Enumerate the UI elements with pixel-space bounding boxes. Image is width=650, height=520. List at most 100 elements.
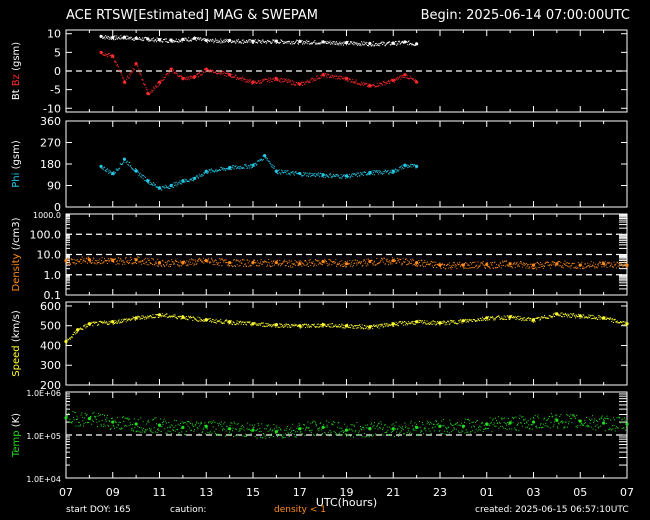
data-dot — [294, 323, 296, 325]
data-dot — [257, 260, 259, 262]
data-dot — [380, 325, 382, 327]
data-dot — [143, 430, 145, 432]
data-dot — [109, 170, 111, 172]
data-dot — [293, 174, 295, 176]
data-dot — [200, 319, 202, 321]
data-dot — [223, 71, 225, 73]
data-dot — [168, 426, 170, 428]
data-dot — [398, 425, 400, 427]
data-dot — [565, 262, 567, 264]
data-dot — [221, 73, 223, 75]
data-dot — [434, 264, 436, 266]
data-dot — [362, 264, 364, 266]
data-dot — [116, 169, 118, 171]
data-dot — [194, 317, 196, 319]
data-dot — [516, 261, 518, 263]
data-dot — [388, 81, 390, 83]
data-dot — [427, 420, 429, 422]
data-dot — [328, 326, 330, 328]
data-dot — [150, 181, 152, 183]
data-dot — [79, 328, 81, 330]
data-dot — [210, 71, 212, 73]
data-dot — [255, 262, 257, 264]
data-dot — [390, 44, 392, 46]
data-dot — [398, 169, 400, 171]
data-dot — [183, 78, 185, 80]
data-dot — [154, 184, 156, 186]
data-dot — [185, 430, 187, 432]
data-dot — [326, 262, 328, 264]
data-dot — [624, 324, 626, 326]
data-dot — [382, 323, 384, 325]
data-dot — [528, 266, 530, 268]
data-dot — [155, 423, 157, 425]
data-dot — [451, 425, 453, 427]
data-dot — [268, 324, 270, 326]
data-dot — [360, 262, 362, 264]
data-dot — [361, 81, 363, 83]
data-dot — [154, 262, 156, 264]
data-dot — [371, 172, 373, 174]
data-dot — [136, 430, 138, 432]
data-dot — [417, 263, 419, 265]
data-dot — [504, 428, 506, 430]
data-dot — [502, 261, 504, 263]
data-dot — [188, 261, 190, 263]
data-dot — [344, 42, 346, 44]
data-dot — [518, 418, 520, 420]
data-dot — [196, 421, 198, 423]
data-dot — [393, 429, 395, 431]
data-dot — [393, 435, 395, 437]
data-dot — [473, 262, 475, 264]
data-dot — [108, 172, 110, 174]
data-dot — [186, 421, 188, 423]
data-dot — [155, 417, 157, 419]
data-dot — [528, 424, 530, 426]
data-dot — [178, 261, 180, 263]
data-dot — [189, 427, 191, 429]
data-dot — [121, 164, 123, 166]
data-dot — [492, 419, 494, 421]
data-dot — [541, 316, 543, 318]
data-dot — [394, 43, 396, 45]
data-dot — [517, 422, 519, 424]
data-dot — [141, 175, 143, 177]
data-dot — [458, 430, 460, 432]
data-dot — [542, 265, 544, 267]
data-dot — [125, 424, 127, 426]
data-dot — [278, 263, 280, 265]
data-dot — [266, 159, 268, 161]
data-dot — [265, 157, 267, 159]
data-dot — [408, 40, 410, 42]
data-dot — [112, 174, 114, 176]
data-dot — [183, 260, 185, 262]
data-dot — [468, 420, 470, 422]
y-tick-label: 180 — [40, 158, 61, 171]
data-dot — [551, 413, 553, 415]
data-dot — [99, 414, 101, 416]
data-dot — [134, 426, 136, 428]
data-dot — [242, 435, 244, 437]
data-dot — [274, 264, 276, 266]
data-dot — [157, 186, 159, 188]
data-dot — [407, 164, 409, 166]
data-dot — [451, 267, 453, 269]
data-dot — [338, 263, 340, 265]
data-dot — [416, 265, 418, 267]
data-dot — [333, 77, 335, 79]
data-dot — [328, 176, 330, 178]
data-dot — [132, 316, 134, 318]
data-dot — [385, 171, 387, 173]
data-dot — [573, 267, 575, 269]
data-dot — [328, 435, 330, 437]
data-dot — [222, 429, 224, 431]
data-dot — [216, 322, 218, 324]
data-dot — [273, 39, 275, 41]
data-dot — [85, 326, 87, 328]
data-dot — [238, 321, 240, 323]
data-dot — [313, 434, 315, 436]
data-dot — [237, 76, 239, 78]
data-dot — [162, 423, 164, 425]
data-dot — [393, 79, 395, 81]
data-dot — [187, 265, 189, 267]
